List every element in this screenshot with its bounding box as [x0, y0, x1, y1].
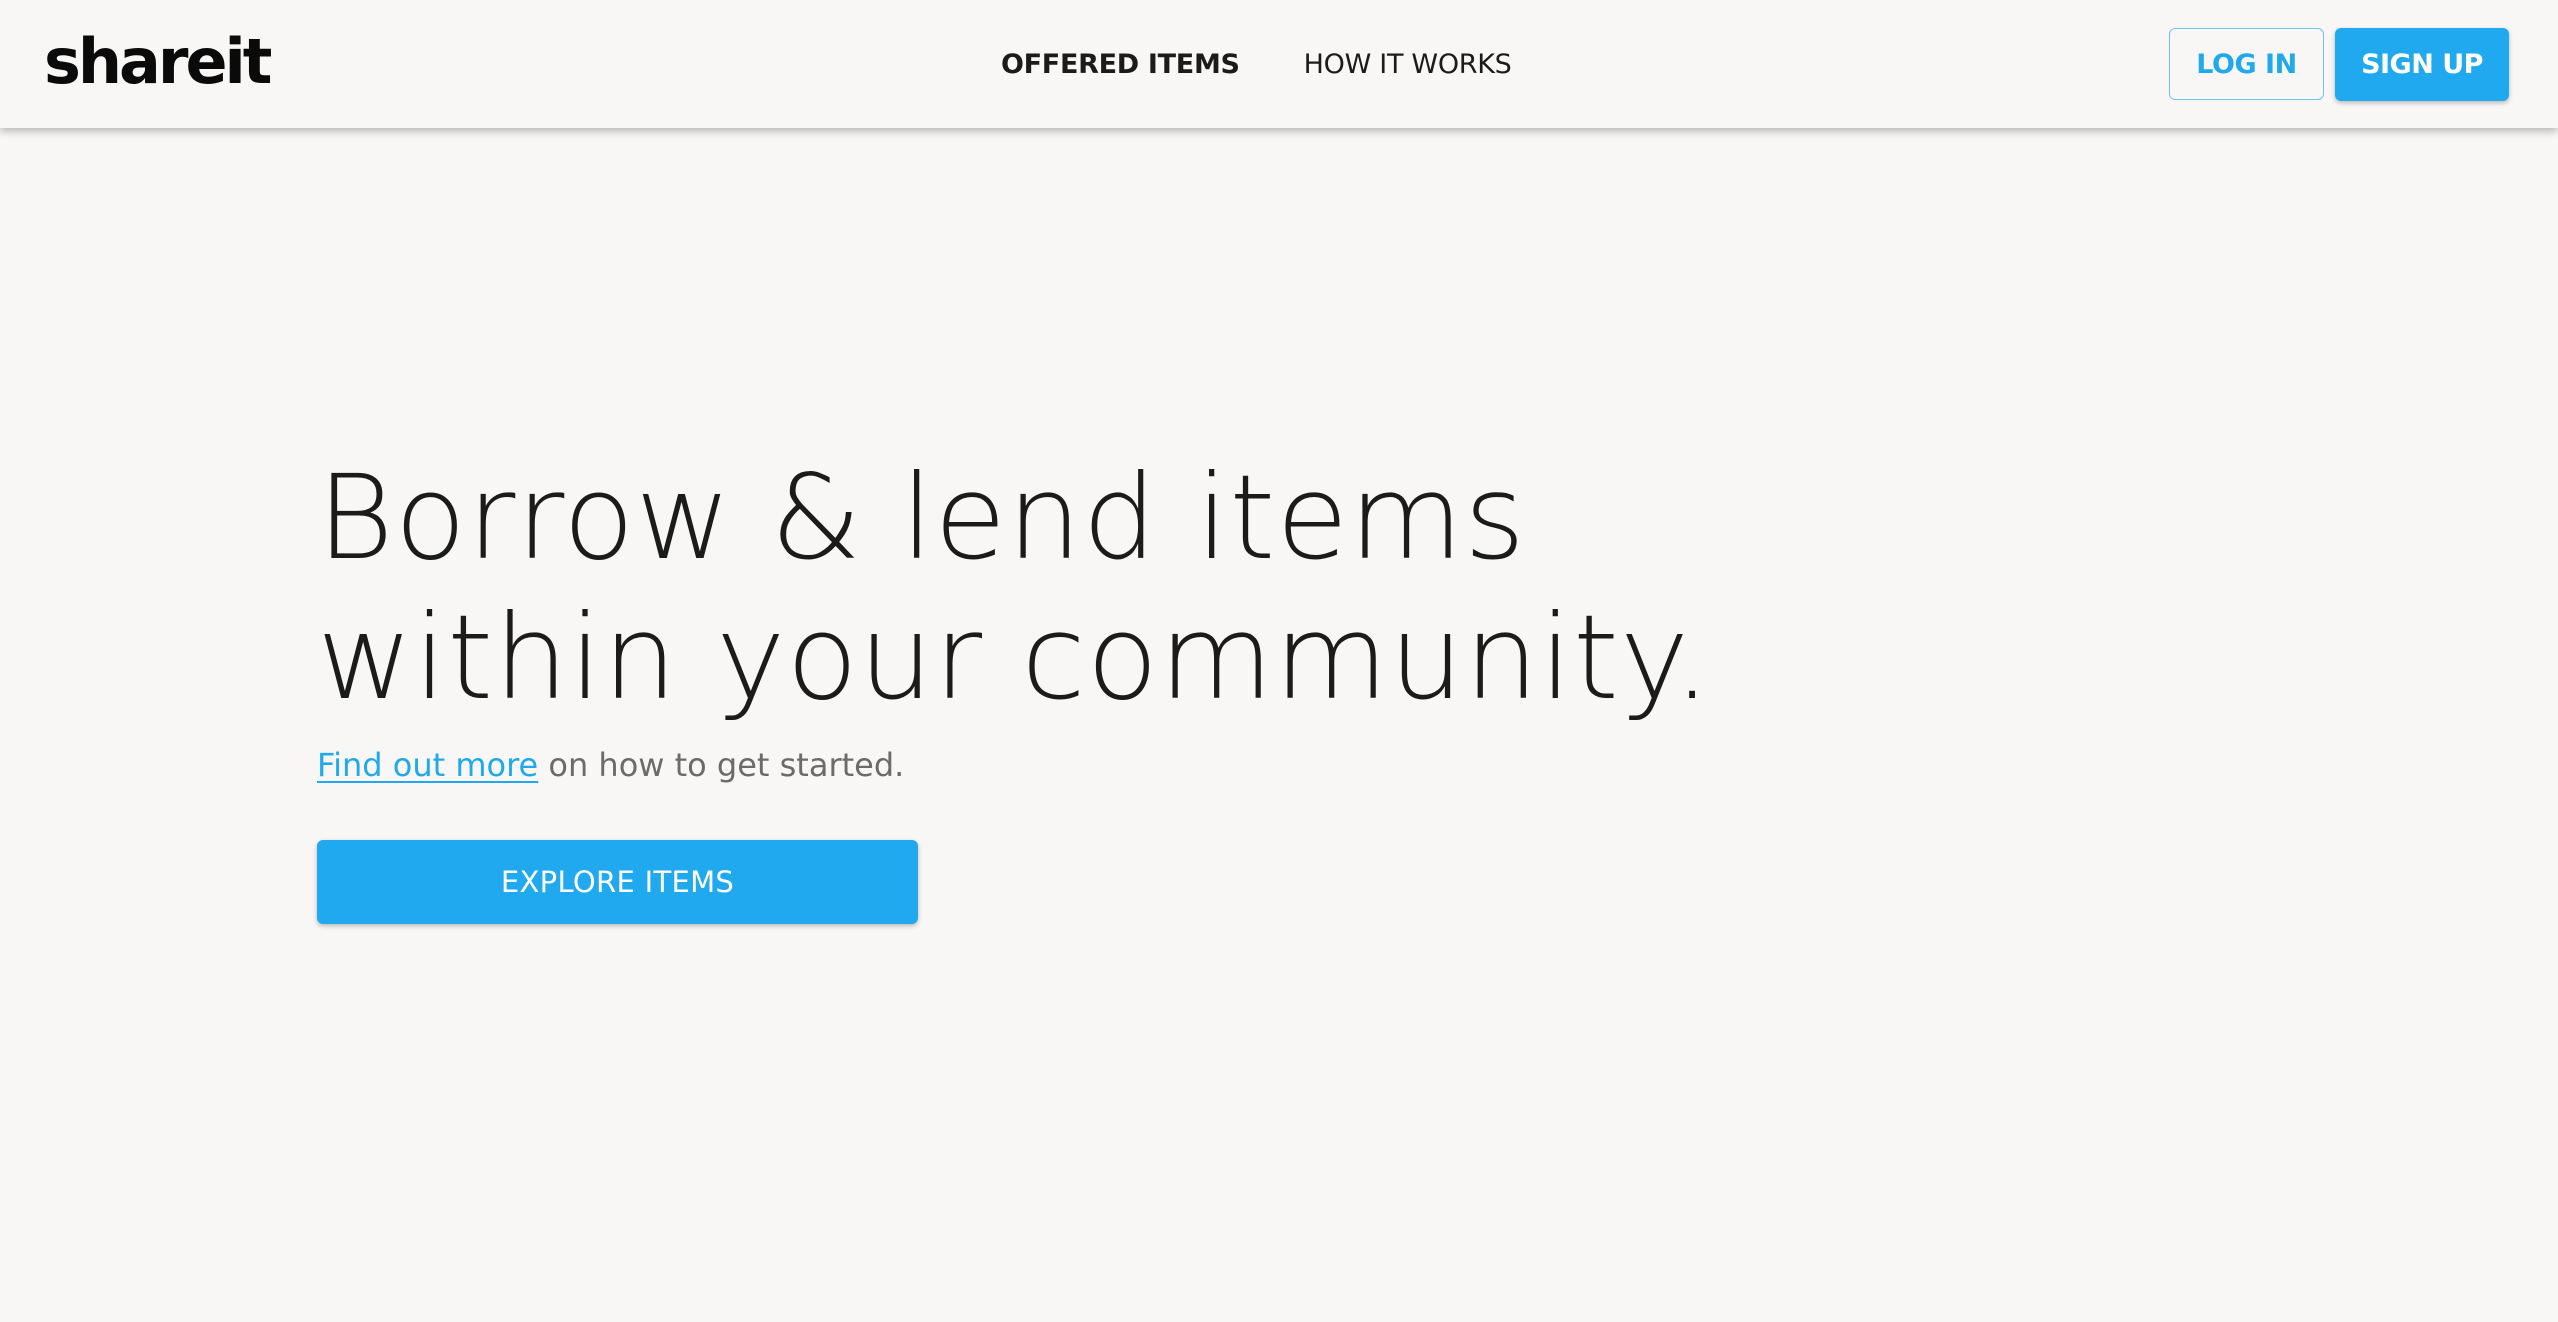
- explore-items-button[interactable]: EXPLORE ITEMS: [317, 840, 918, 924]
- hero-section: Borrow & lend items within your communit…: [317, 448, 2217, 924]
- hero-title-line-2: within your community.: [317, 589, 1712, 726]
- nav-how-it-works[interactable]: HOW IT WORKS: [1304, 49, 1512, 80]
- nav-offered-items[interactable]: OFFERED ITEMS: [1001, 49, 1240, 80]
- hero-subtitle-text: on how to get started.: [538, 746, 905, 784]
- main-nav: OFFERED ITEMS HOW IT WORKS: [1001, 40, 1512, 88]
- hero-title: Borrow & lend items within your communit…: [317, 448, 2217, 728]
- hero-subtitle: Find out more on how to get started.: [317, 743, 904, 787]
- login-button[interactable]: LOG IN: [2169, 28, 2324, 100]
- find-out-more-link[interactable]: Find out more: [317, 746, 538, 784]
- top-navigation-bar: shareit OFFERED ITEMS HOW IT WORKS LOG I…: [0, 0, 2558, 128]
- signup-button[interactable]: SIGN UP: [2335, 28, 2509, 101]
- shareit-logo[interactable]: shareit: [44, 22, 272, 102]
- hero-title-line-1: Borrow & lend items: [317, 449, 1527, 586]
